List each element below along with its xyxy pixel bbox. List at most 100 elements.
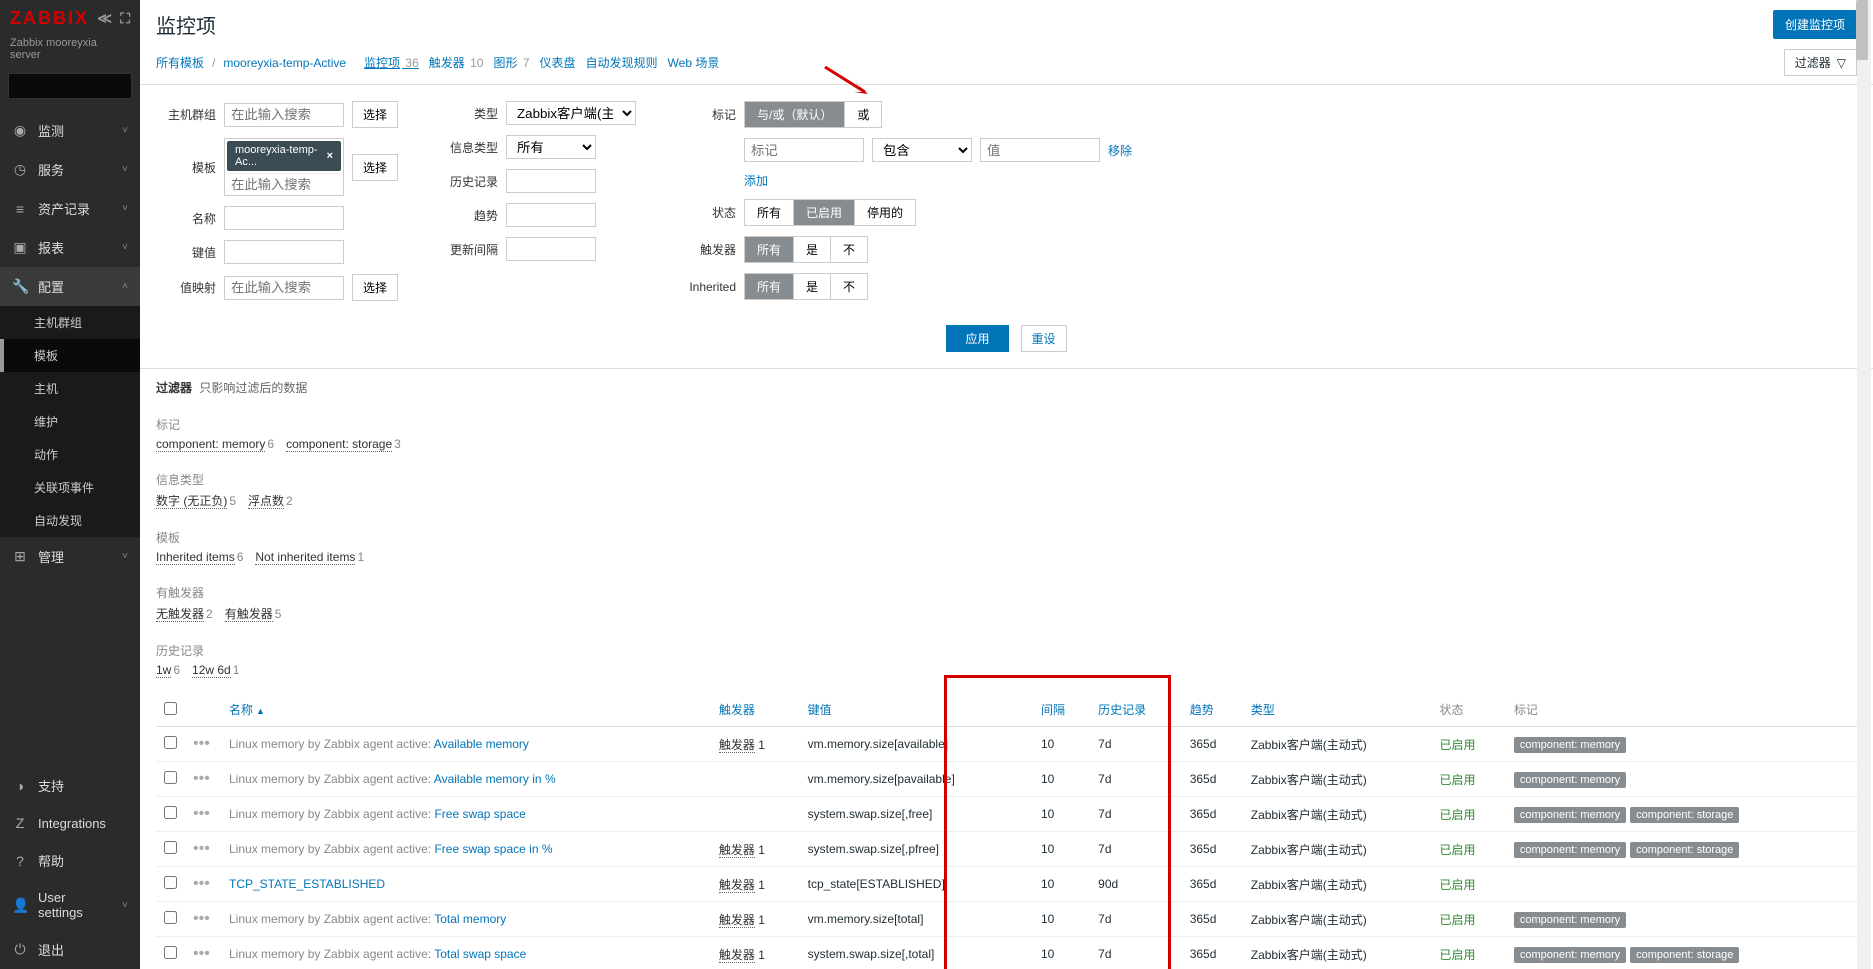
row-checkbox[interactable] xyxy=(164,806,177,819)
tag-badge[interactable]: component: memory xyxy=(1514,807,1626,823)
filter-toggle[interactable]: 过滤器 ▽ xyxy=(1784,49,1857,76)
row-menu-icon[interactable]: ••• xyxy=(193,875,210,892)
tag-badge[interactable]: component: storage xyxy=(1630,842,1739,858)
tab-仪表盘[interactable]: 仪表盘 xyxy=(540,56,576,70)
nav-帮助[interactable]: ?帮助 xyxy=(0,841,140,880)
nav-Integrations[interactable]: ZIntegrations xyxy=(0,805,140,841)
status-enabled[interactable]: 已启用 xyxy=(1440,913,1476,927)
input-template[interactable] xyxy=(225,173,343,195)
subnav-主机[interactable]: 主机 xyxy=(0,372,140,405)
row-menu-icon[interactable]: ••• xyxy=(193,840,210,857)
input-history[interactable] xyxy=(506,169,596,193)
subnav-动作[interactable]: 动作 xyxy=(0,438,140,471)
subnav-自动发现[interactable]: 自动发现 xyxy=(0,504,140,537)
tag-badge[interactable]: component: storage xyxy=(1630,947,1739,963)
status-enabled[interactable]: 已启用 xyxy=(1440,808,1476,822)
collapse-icon[interactable]: ≪ xyxy=(97,10,112,27)
select-host-group-button[interactable]: 选择 xyxy=(352,101,398,128)
row-checkbox[interactable] xyxy=(164,736,177,749)
create-item-button[interactable]: 创建监控项 xyxy=(1773,10,1857,39)
subnav-主机群组[interactable]: 主机群组 xyxy=(0,306,140,339)
expand-icon[interactable]: ⛶ xyxy=(120,10,130,27)
trigger-link[interactable]: 触发器 xyxy=(719,948,755,963)
subnav-模板[interactable]: 模板 xyxy=(0,339,140,372)
nav-服务[interactable]: ◷服务˅ xyxy=(0,150,140,189)
btn-andor-or[interactable]: 或 xyxy=(845,102,881,127)
nav-资产记录[interactable]: ≡资产记录˅ xyxy=(0,189,140,228)
trigger-link[interactable]: 触发器 xyxy=(719,878,755,893)
item-name-link[interactable]: Total swap space xyxy=(434,947,526,961)
btn-triggers-yes[interactable]: 是 xyxy=(794,237,831,262)
col-interval[interactable]: 间隔 xyxy=(1033,693,1090,727)
global-search[interactable]: 🔍 xyxy=(8,73,132,99)
filter-history-1w[interactable]: 1w xyxy=(156,663,171,678)
filter-inherited[interactable]: Inherited items xyxy=(156,550,235,565)
nav-监测[interactable]: ◉监测˅ xyxy=(0,111,140,150)
tag-badge[interactable]: component: memory xyxy=(1514,772,1626,788)
status-enabled[interactable]: 已启用 xyxy=(1440,738,1476,752)
trigger-link[interactable]: 触发器 xyxy=(719,738,755,753)
btn-state-disabled[interactable]: 停用的 xyxy=(855,200,915,225)
input-host-group[interactable] xyxy=(224,103,344,127)
filter-has-trigger[interactable]: 有触发器 xyxy=(225,607,273,622)
input-key[interactable] xyxy=(224,240,344,264)
row-checkbox[interactable] xyxy=(164,876,177,889)
nav-配置[interactable]: 🔧配置˄ xyxy=(0,267,140,306)
filter-tag-storage[interactable]: component: storage xyxy=(286,437,392,452)
select-valuemap-button[interactable]: 选择 xyxy=(352,274,398,301)
item-name-link[interactable]: Free swap space xyxy=(434,807,525,821)
btn-andor-and[interactable]: 与/或（默认） xyxy=(745,102,845,127)
template-chip[interactable]: mooreyxia-temp-Ac...× xyxy=(227,141,341,171)
btn-inherited-all[interactable]: 所有 xyxy=(745,274,794,299)
item-name-link[interactable]: TCP_STATE_ESTABLISHED xyxy=(229,877,385,891)
nav-报表[interactable]: ▣报表˅ xyxy=(0,228,140,267)
chip-remove-icon[interactable]: × xyxy=(327,150,333,162)
btn-inherited-no[interactable]: 不 xyxy=(831,274,867,299)
trigger-link[interactable]: 触发器 xyxy=(719,843,755,858)
row-checkbox[interactable] xyxy=(164,911,177,924)
tab-Web 场景[interactable]: Web 场景 xyxy=(668,56,720,70)
select-all-checkbox[interactable] xyxy=(164,702,177,715)
item-name-link[interactable]: Total memory xyxy=(434,912,506,926)
tag-badge[interactable]: component: memory xyxy=(1514,737,1626,753)
nav-支持[interactable]: ◑支持 xyxy=(0,766,140,805)
input-name[interactable] xyxy=(224,206,344,230)
subnav-关联项事件[interactable]: 关联项事件 xyxy=(0,471,140,504)
select-type[interactable]: Zabbix客户端(主动式) xyxy=(506,101,636,125)
apply-button[interactable]: 应用 xyxy=(946,325,1008,352)
filter-tag-memory[interactable]: component: memory xyxy=(156,437,265,452)
col-triggers[interactable]: 触发器 xyxy=(711,693,800,727)
row-checkbox[interactable] xyxy=(164,841,177,854)
row-checkbox[interactable] xyxy=(164,946,177,959)
filter-infotype-float[interactable]: 浮点数 xyxy=(248,494,284,509)
breadcrumb-template[interactable]: mooreyxia-temp-Active xyxy=(223,56,346,70)
tag-remove[interactable]: 移除 xyxy=(1108,142,1132,159)
reset-button[interactable]: 重设 xyxy=(1021,325,1067,352)
select-tag-op[interactable]: 包含 xyxy=(872,138,972,162)
select-infotype[interactable]: 所有 xyxy=(506,135,596,159)
breadcrumb-all-templates[interactable]: 所有模板 xyxy=(156,54,204,71)
row-menu-icon[interactable]: ••• xyxy=(193,910,210,927)
select-template-button[interactable]: 选择 xyxy=(352,154,398,181)
status-enabled[interactable]: 已启用 xyxy=(1440,843,1476,857)
nav-退出[interactable]: ⏻退出 xyxy=(0,930,140,969)
btn-inherited-yes[interactable]: 是 xyxy=(794,274,831,299)
status-enabled[interactable]: 已启用 xyxy=(1440,878,1476,892)
input-valuemap[interactable] xyxy=(224,276,344,300)
row-menu-icon[interactable]: ••• xyxy=(193,805,210,822)
tag-badge[interactable]: component: memory xyxy=(1514,912,1626,928)
tab-触发器[interactable]: 触发器 10 xyxy=(429,56,484,70)
filter-no-trigger[interactable]: 无触发器 xyxy=(156,607,204,622)
item-name-link[interactable]: Available memory in % xyxy=(434,772,556,786)
nav-管理[interactable]: ⊞管理˅ xyxy=(0,537,140,576)
nav-User settings[interactable]: 👤User settings˅ xyxy=(0,880,140,930)
status-enabled[interactable]: 已启用 xyxy=(1440,773,1476,787)
scrollbar-track[interactable] xyxy=(1857,0,1871,969)
col-trends[interactable]: 趋势 xyxy=(1182,693,1243,727)
trigger-link[interactable]: 触发器 xyxy=(719,913,755,928)
tag-badge[interactable]: component: storage xyxy=(1630,807,1739,823)
btn-state-enabled[interactable]: 已启用 xyxy=(794,200,855,225)
row-menu-icon[interactable]: ••• xyxy=(193,770,210,787)
input-tag-name[interactable] xyxy=(744,138,864,162)
tab-图形[interactable]: 图形 7 xyxy=(493,56,529,70)
